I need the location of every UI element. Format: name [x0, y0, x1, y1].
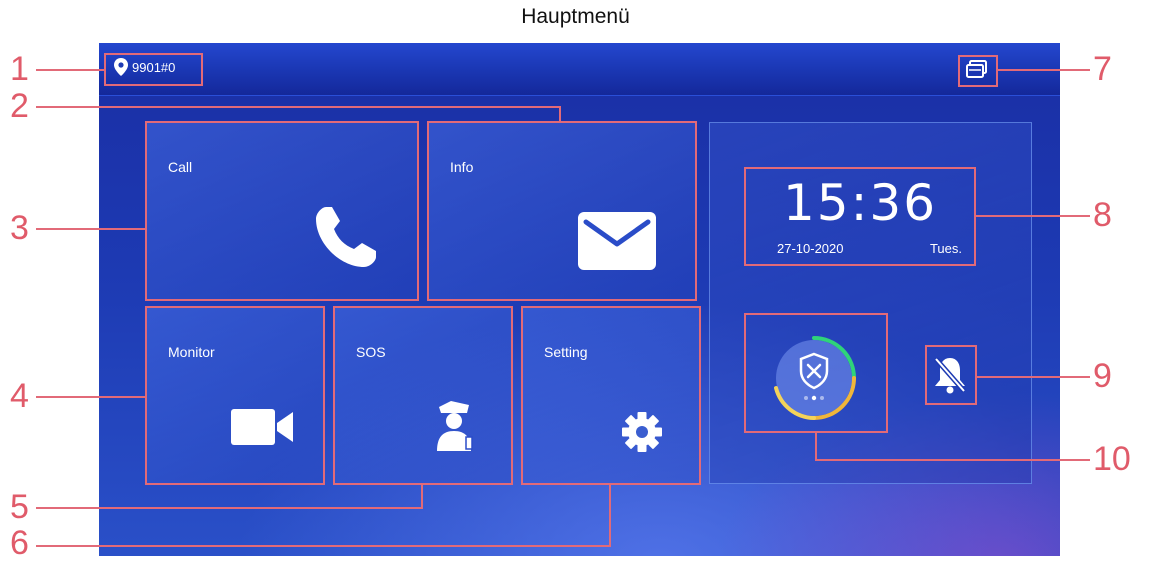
setting-tile[interactable]: Setting	[521, 306, 701, 485]
callout-2: 2	[10, 87, 29, 125]
callout-4: 4	[10, 377, 29, 415]
callout-10: 10	[1093, 440, 1131, 478]
highlight-clock	[744, 167, 976, 266]
info-label: Info	[450, 159, 474, 175]
leader-5-rise	[421, 484, 423, 509]
highlight-status-location	[104, 53, 203, 86]
highlight-dnd	[925, 345, 977, 405]
leader-5	[36, 507, 423, 509]
call-tile[interactable]: Call	[145, 121, 419, 301]
envelope-icon	[578, 212, 656, 275]
leader-10-drop	[815, 432, 817, 460]
callout-7: 7	[1093, 50, 1112, 88]
call-label: Call	[168, 159, 193, 175]
setting-label: Setting	[544, 344, 588, 360]
status-bar: 9901#0	[99, 43, 1060, 96]
figure-title: Hauptmenü	[521, 5, 630, 28]
leader-10	[815, 459, 1090, 461]
callout-3: 3	[10, 209, 29, 247]
highlight-window-switch	[958, 55, 998, 87]
phone-icon	[312, 203, 380, 276]
monitor-tile[interactable]: Monitor	[145, 306, 325, 485]
leader-6	[36, 545, 611, 547]
info-tile[interactable]: Info	[427, 121, 697, 301]
video-camera-icon	[231, 409, 293, 450]
guard-icon	[433, 399, 475, 456]
sos-tile[interactable]: SOS	[333, 306, 513, 485]
leader-9	[977, 376, 1090, 378]
callout-6: 6	[10, 524, 29, 562]
sos-label: SOS	[356, 344, 386, 360]
vto-screen: 9901#0 Call Info Monitor SOS Setting 15:…	[99, 43, 1060, 556]
monitor-label: Monitor	[168, 344, 215, 360]
callout-1: 1	[10, 50, 29, 88]
leader-6-rise	[609, 484, 611, 547]
leader-8	[976, 215, 1090, 217]
leader-7	[998, 69, 1090, 71]
callout-8: 8	[1093, 196, 1112, 234]
highlight-arm	[744, 313, 888, 433]
leader-2	[36, 106, 560, 108]
leader-2-drop	[559, 106, 561, 122]
callout-5: 5	[10, 488, 29, 526]
leader-1	[36, 69, 104, 71]
callout-9: 9	[1093, 357, 1112, 395]
leader-3	[36, 228, 146, 230]
leader-4	[36, 396, 146, 398]
gear-icon	[622, 412, 662, 457]
